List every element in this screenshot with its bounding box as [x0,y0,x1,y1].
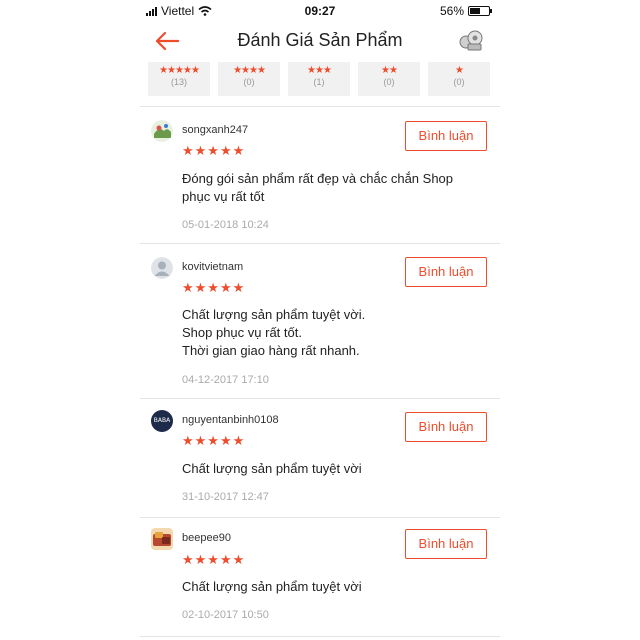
battery-icon [468,6,492,16]
comment-line: Đóng gói sản phẩm rất đẹp và chắc chắn S… [182,171,454,186]
avatar [151,120,173,142]
shop-icon[interactable] [458,28,484,52]
avatar [151,257,173,279]
comment-line: phục vụ rất tốt [182,189,265,204]
filter-1-star[interactable]: ★ (0) [428,62,490,96]
phone-screen: Viettel 09:27 56% Đánh Giá Sản Phẩm ★★★★… [140,0,500,640]
review-item: kovitvietnam ★★★★★ Chất lượng sản phẩm t… [140,244,500,398]
review-date: 05-01-2018 10:24 [182,219,269,231]
avatar [151,528,173,550]
status-bar: Viettel 09:27 56% [140,0,500,22]
comment-line: Chất lượng sản phẩm tuyệt vời [182,461,362,476]
filter-3-stars[interactable]: ★★★ (1) [288,62,350,96]
filter-count: (0) [243,77,255,87]
filter-stars: ★★ [381,65,398,76]
avatar-text: BABA [153,417,171,424]
review-comment: Chất lượng sản phẩm tuyệt vời. Shop phục… [182,306,482,360]
filter-stars: ★★★★★ [159,65,200,76]
comment-button[interactable]: Bình luận [405,121,487,151]
navigation-bar: Đánh Giá Sản Phẩm [140,22,500,60]
review-date: 02-10-2017 10:50 [182,609,269,621]
rating-filter-row: ★★★★★ (13) ★★★★ (0) ★★★ (1) ★★ (0) ★ (0) [148,62,500,98]
comment-line: Chất lượng sản phẩm tuyệt vời [182,579,362,594]
page-title: Đánh Giá Sản Phẩm [237,30,403,50]
review-date: 04-12-2017 17:10 [182,374,269,386]
comment-line: Chất lượng sản phẩm tuyệt vời. [182,307,366,322]
filter-count: (0) [383,77,395,87]
comment-button[interactable]: Bình luận [405,257,487,287]
review-comment: Chất lượng sản phẩm tuyệt vời [182,578,482,596]
review-stars: ★★★★★ [182,433,246,448]
status-right: 56% [439,4,492,18]
review-item: songxanh247 ★★★★★ Đóng gói sản phẩm rất … [140,107,500,243]
avatar: BABA [151,410,173,432]
filter-2-stars[interactable]: ★★ (0) [358,62,420,96]
review-item: BABA nguyentanbinh0108 ★★★★★ Chất lượng … [140,399,500,517]
review-stars: ★★★★★ [182,143,246,158]
battery-fill [470,8,480,14]
divider [140,636,500,637]
filter-4-stars[interactable]: ★★★★ (0) [218,62,280,96]
reviewer-name: beepee90 [182,532,231,544]
comment-line: Shop phục vụ rất tốt. [182,325,302,340]
review-comment: Chất lượng sản phẩm tuyệt vời [182,460,482,478]
filter-stars: ★ [455,65,464,76]
filter-5-stars[interactable]: ★★★★★ (13) [148,62,210,96]
filter-stars: ★★★★ [233,65,266,76]
filter-stars: ★★★ [307,65,332,76]
reviewer-name: nguyentanbinh0108 [182,414,279,426]
review-stars: ★★★★★ [182,552,246,567]
comment-button[interactable]: Bình luận [405,412,487,442]
filter-count: (13) [170,77,187,87]
filter-count: (1) [313,77,325,87]
review-item: beepee90 ★★★★★ Chất lượng sản phẩm tuyệt… [140,518,500,636]
comment-button[interactable]: Bình luận [405,529,487,559]
comment-line: Thời gian giao hàng rất nhanh. [182,343,360,358]
reviewer-name: kovitvietnam [182,261,244,273]
battery-percent: 56% [439,4,464,18]
filter-count: (0) [453,77,465,87]
review-stars: ★★★★★ [182,280,246,295]
review-comment: Đóng gói sản phẩm rất đẹp và chắc chắn S… [182,170,482,206]
reviewer-name: songxanh247 [182,124,249,136]
review-date: 31-10-2017 12:47 [182,491,269,503]
